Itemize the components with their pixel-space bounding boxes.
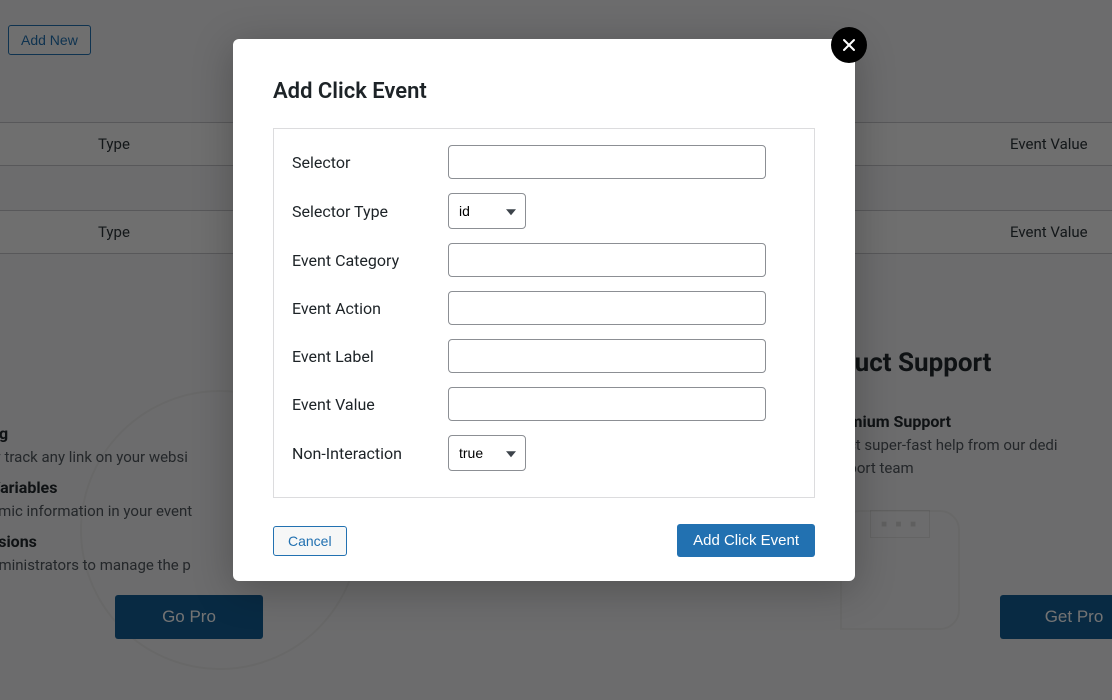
close-button[interactable] bbox=[831, 27, 867, 63]
input-event-category[interactable] bbox=[448, 243, 766, 277]
submit-button[interactable]: Add Click Event bbox=[677, 524, 815, 557]
row-event-action: Event Action bbox=[292, 291, 796, 325]
row-event-value: Event Value bbox=[292, 387, 796, 421]
label-event-label: Event Label bbox=[292, 347, 448, 366]
select-non-interaction[interactable]: true bbox=[448, 435, 526, 471]
input-event-action[interactable] bbox=[448, 291, 766, 325]
input-event-value[interactable] bbox=[448, 387, 766, 421]
row-event-category: Event Category bbox=[292, 243, 796, 277]
row-event-label: Event Label bbox=[292, 339, 796, 373]
modal-title: Add Click Event bbox=[273, 79, 815, 104]
add-click-event-modal: Add Click Event Selector Selector Type i… bbox=[233, 39, 855, 581]
row-non-interaction: Non-Interaction true bbox=[292, 435, 796, 471]
label-non-interaction: Non-Interaction bbox=[292, 444, 448, 463]
input-selector[interactable] bbox=[448, 145, 766, 179]
input-event-label[interactable] bbox=[448, 339, 766, 373]
cancel-button[interactable]: Cancel bbox=[273, 526, 347, 556]
modal-footer: Cancel Add Click Event bbox=[273, 524, 815, 557]
label-event-category: Event Category bbox=[292, 251, 448, 270]
label-selector-type: Selector Type bbox=[292, 202, 448, 221]
select-selector-type[interactable]: id bbox=[448, 193, 526, 229]
label-event-value: Event Value bbox=[292, 395, 448, 414]
close-icon bbox=[841, 37, 857, 53]
row-selector: Selector bbox=[292, 145, 796, 179]
label-event-action: Event Action bbox=[292, 299, 448, 318]
label-selector: Selector bbox=[292, 153, 448, 172]
row-selector-type: Selector Type id bbox=[292, 193, 796, 229]
form-box: Selector Selector Type id Event Category… bbox=[273, 128, 815, 498]
